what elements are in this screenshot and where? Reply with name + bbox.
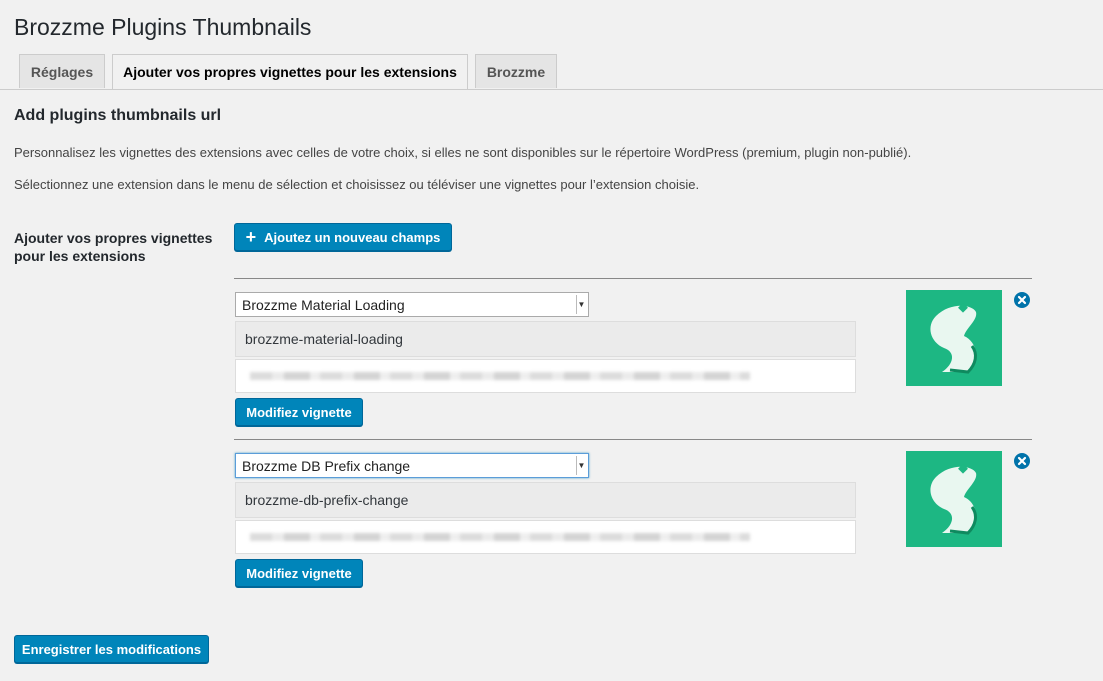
blurred-url-text bbox=[250, 533, 750, 541]
description-1: Personnalisez les vignettes des extensio… bbox=[14, 145, 912, 160]
plugin-slug-field: brozzme-db-prefix-change bbox=[235, 482, 856, 518]
add-field-button[interactable]: + Ajoutez un nouveau champs bbox=[234, 223, 452, 251]
close-circle-icon[interactable] bbox=[1014, 292, 1030, 308]
plugin-select[interactable]: Brozzme DB Prefix change ▼ bbox=[235, 453, 589, 478]
thumbnail-url-input[interactable] bbox=[235, 359, 856, 393]
plugin-select[interactable]: Brozzme Material Loading ▼ bbox=[235, 292, 589, 317]
modify-thumbnail-button[interactable]: Modifiez vignette bbox=[235, 559, 363, 587]
modify-thumbnail-label: Modifiez vignette bbox=[246, 565, 352, 581]
tab-brozzme[interactable]: Brozzme bbox=[475, 54, 557, 88]
description-2: Sélectionnez une extension dans le menu … bbox=[14, 177, 700, 192]
save-changes-label: Enregistrer les modifications bbox=[21, 641, 202, 657]
chevron-down-icon: ▼ bbox=[576, 295, 586, 314]
plugin-slug-value: brozzme-db-prefix-change bbox=[245, 492, 409, 508]
tab-bar: Réglages Ajouter vos propres vignettes p… bbox=[0, 54, 1103, 90]
save-changes-button[interactable]: Enregistrer les modifications bbox=[14, 635, 209, 663]
thumbnail-entry: Brozzme DB Prefix change ▼ brozzme-db-pr… bbox=[234, 439, 1032, 590]
modify-thumbnail-button[interactable]: Modifiez vignette bbox=[235, 398, 363, 426]
plus-icon: + bbox=[245, 227, 257, 247]
plugin-thumbnail-image bbox=[906, 290, 1002, 386]
section-title: Add plugins thumbnails url bbox=[14, 107, 222, 124]
add-field-button-label: Ajoutez un nouveau champs bbox=[264, 229, 441, 245]
thumbnail-entry: Brozzme Material Loading ▼ brozzme-mater… bbox=[234, 278, 1032, 429]
plugin-slug-field: brozzme-material-loading bbox=[235, 321, 856, 357]
blurred-url-text bbox=[250, 372, 750, 380]
tab-add-thumbnails[interactable]: Ajouter vos propres vignettes pour les e… bbox=[112, 54, 468, 89]
plugin-thumbnail-image bbox=[906, 451, 1002, 547]
modify-thumbnail-label: Modifiez vignette bbox=[246, 404, 352, 420]
field-label: Ajouter vos propres vignettes pour les e… bbox=[14, 230, 213, 264]
plugin-select-value: Brozzme DB Prefix change bbox=[242, 457, 411, 474]
thumbnail-url-input[interactable] bbox=[235, 520, 856, 554]
close-circle-icon[interactable] bbox=[1014, 453, 1030, 469]
page-title: Brozzme Plugins Thumbnails bbox=[14, 14, 312, 40]
plugin-slug-value: brozzme-material-loading bbox=[245, 331, 403, 347]
plugin-select-value: Brozzme Material Loading bbox=[242, 296, 405, 313]
chevron-down-icon: ▼ bbox=[576, 456, 586, 475]
tab-reglages[interactable]: Réglages bbox=[19, 54, 105, 88]
